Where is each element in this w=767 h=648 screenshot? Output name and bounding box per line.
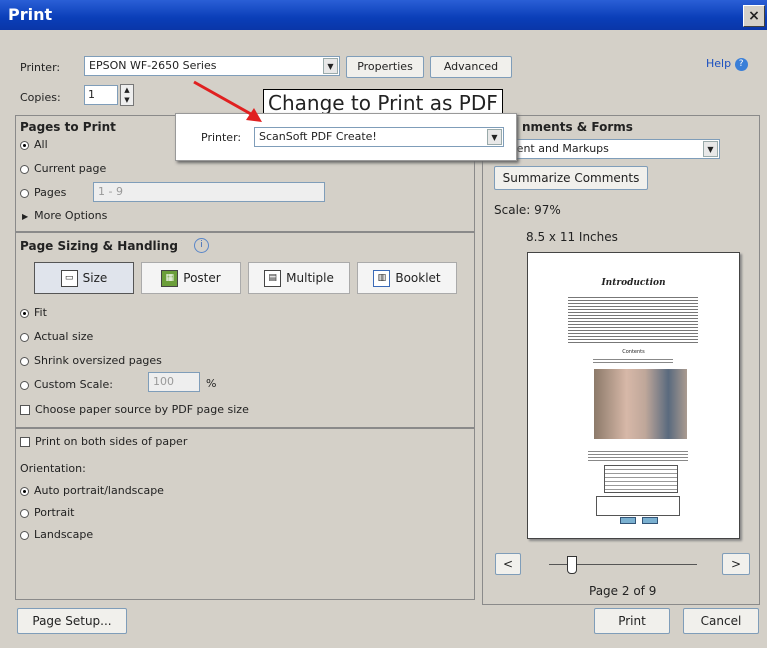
triangle-right-icon: ▶ bbox=[22, 212, 29, 221]
poster-icon: ▦ bbox=[161, 269, 179, 287]
close-button[interactable]: × bbox=[743, 5, 765, 27]
comments-dropdown[interactable]: ument and Markups ▼ bbox=[494, 139, 720, 159]
radio-shrink[interactable]: Shrink oversized pages bbox=[20, 354, 162, 367]
radio-landscape[interactable]: Landscape bbox=[20, 528, 93, 541]
custom-scale-input[interactable]: 100 bbox=[148, 372, 200, 392]
radio-pages-label: Pages bbox=[34, 186, 67, 199]
more-options-toggle[interactable]: ▶ More Options bbox=[22, 209, 107, 222]
slider-thumb[interactable] bbox=[567, 556, 578, 574]
advanced-button[interactable]: Advanced bbox=[430, 56, 512, 78]
radio-all[interactable]: All bbox=[20, 138, 48, 151]
duplex-checkbox[interactable]: Print on both sides of paper bbox=[20, 435, 187, 448]
summarize-comments-button[interactable]: Summarize Comments bbox=[494, 166, 648, 190]
cancel-button[interactable]: Cancel bbox=[683, 608, 759, 634]
callout-printer-value: ScanSoft PDF Create! bbox=[259, 130, 377, 143]
size-icon: ▭ bbox=[60, 269, 78, 287]
multiple-label: Multiple bbox=[286, 271, 334, 285]
sizing-title: Page Sizing & Handling bbox=[20, 239, 178, 253]
size-button[interactable]: ▭ Size bbox=[34, 262, 134, 294]
percent-label: % bbox=[206, 377, 217, 390]
copies-input[interactable]: 1 bbox=[84, 85, 118, 105]
preview-contents: Contents bbox=[622, 349, 645, 355]
radio-pages[interactable]: Pages bbox=[20, 186, 66, 199]
print-button[interactable]: Print bbox=[594, 608, 670, 634]
orientation-title: Orientation: bbox=[20, 462, 86, 475]
copies-stepper[interactable]: ▲ ▼ bbox=[120, 84, 134, 106]
chevron-down-icon: ▼ bbox=[487, 129, 502, 145]
help-link[interactable]: Help ? bbox=[706, 57, 748, 71]
preview-button-b bbox=[642, 517, 658, 524]
window-title: Print bbox=[8, 5, 53, 24]
radio-current-label: Current page bbox=[34, 162, 107, 175]
callout-printer-label: Printer: bbox=[201, 131, 242, 144]
preview-heading: Introduction bbox=[601, 278, 666, 288]
chevron-down-icon: ▼ bbox=[703, 141, 718, 157]
help-icon: ? bbox=[734, 57, 748, 71]
prev-page-button[interactable]: < bbox=[495, 553, 521, 575]
preview-caption bbox=[588, 449, 688, 461]
radio-actual-label: Actual size bbox=[34, 330, 94, 343]
radio-shrink-label: Shrink oversized pages bbox=[34, 354, 162, 367]
size-label: Size bbox=[82, 271, 108, 285]
pages-title: Pages to Print bbox=[20, 120, 116, 134]
radio-portrait[interactable]: Portrait bbox=[20, 506, 74, 519]
help-label: Help bbox=[706, 57, 732, 70]
booklet-icon: ▥ bbox=[373, 269, 391, 287]
paper-size-text: 8.5 x 11 Inches bbox=[526, 230, 618, 244]
radio-fit[interactable]: Fit bbox=[20, 306, 47, 319]
booklet-label: Booklet bbox=[395, 271, 441, 285]
comments-title: nments & Forms bbox=[522, 120, 633, 134]
red-arrow-icon bbox=[193, 80, 262, 122]
preview-table bbox=[604, 465, 678, 493]
poster-label: Poster bbox=[183, 271, 221, 285]
info-icon[interactable]: i bbox=[194, 238, 209, 253]
paper-source-label: Choose paper source by PDF page size bbox=[35, 403, 249, 416]
radio-actual-size[interactable]: Actual size bbox=[20, 330, 93, 343]
page-preview: Introduction Contents bbox=[527, 252, 740, 539]
radio-portrait-label: Portrait bbox=[34, 506, 75, 519]
page-slider[interactable] bbox=[549, 556, 697, 574]
preview-toc bbox=[593, 357, 673, 365]
radio-all-label: All bbox=[34, 138, 48, 151]
more-options-label: More Options bbox=[34, 209, 108, 222]
radio-landscape-label: Landscape bbox=[34, 528, 94, 541]
preview-note-box bbox=[596, 496, 680, 516]
multiple-button[interactable]: ▤ Multiple bbox=[248, 262, 350, 294]
callout-printer-dropdown[interactable]: ScanSoft PDF Create! ▼ bbox=[254, 127, 504, 147]
paper-source-checkbox[interactable]: Choose paper source by PDF page size bbox=[20, 403, 249, 416]
properties-button[interactable]: Properties bbox=[346, 56, 424, 78]
booklet-button[interactable]: ▥ Booklet bbox=[357, 262, 457, 294]
radio-fit-label: Fit bbox=[34, 306, 47, 319]
preview-button-a bbox=[620, 517, 636, 524]
chevron-down-icon: ▼ bbox=[323, 58, 338, 74]
radio-custom-label: Custom Scale: bbox=[34, 378, 113, 391]
preview-photo bbox=[594, 369, 687, 439]
copies-label: Copies: bbox=[20, 91, 61, 104]
radio-current-page[interactable]: Current page bbox=[20, 162, 106, 175]
scale-text: Scale: 97% bbox=[494, 203, 561, 217]
orientation-group bbox=[15, 428, 475, 600]
radio-auto-orientation[interactable]: Auto portrait/landscape bbox=[20, 484, 164, 497]
radio-auto-label: Auto portrait/landscape bbox=[34, 484, 164, 497]
title-bar: Print × bbox=[0, 0, 767, 30]
printer-label: Printer: bbox=[20, 61, 61, 74]
duplex-label: Print on both sides of paper bbox=[35, 435, 188, 448]
poster-button[interactable]: ▦ Poster bbox=[141, 262, 241, 294]
radio-custom-scale[interactable]: Custom Scale: bbox=[20, 378, 113, 391]
printer-dropdown[interactable]: EPSON WF-2650 Series ▼ bbox=[84, 56, 340, 76]
printer-value: EPSON WF-2650 Series bbox=[89, 59, 217, 72]
pages-range-input[interactable]: 1 - 9 bbox=[93, 182, 325, 202]
preview-paragraph bbox=[568, 295, 698, 345]
page-indicator: Page 2 of 9 bbox=[589, 584, 657, 598]
next-page-button[interactable]: > bbox=[722, 553, 750, 575]
page-setup-button[interactable]: Page Setup... bbox=[17, 608, 127, 634]
multiple-icon: ▤ bbox=[264, 269, 282, 287]
